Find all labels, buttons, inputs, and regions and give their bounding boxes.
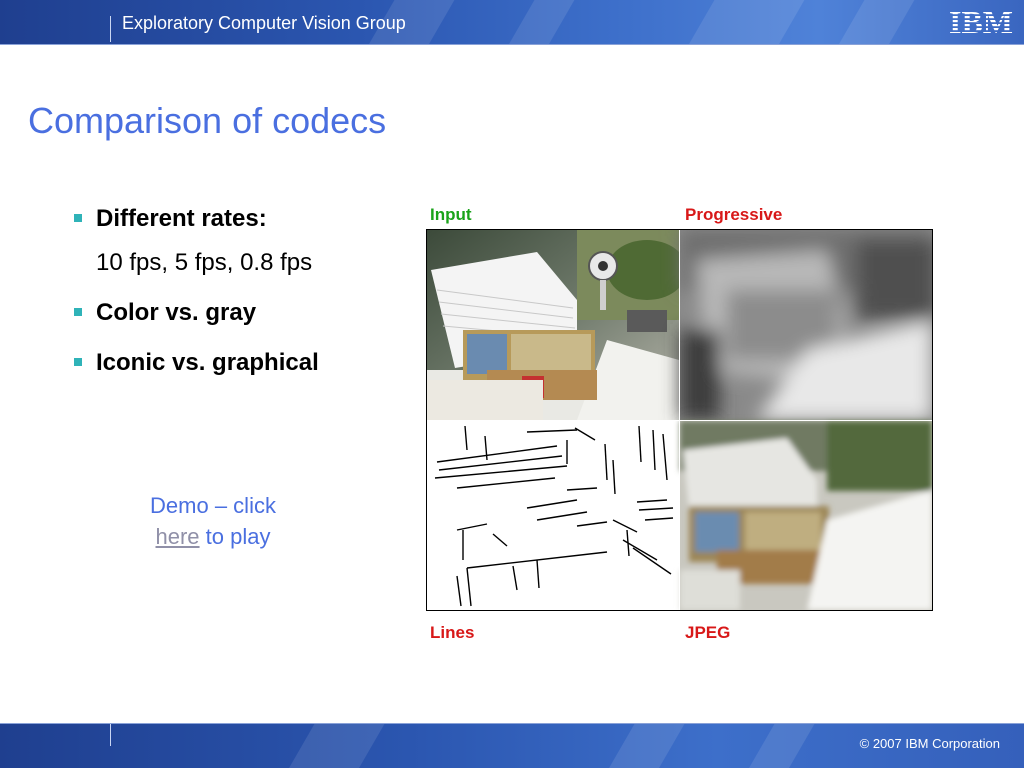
- footer-bar: © 2007 IBM Corporation: [0, 724, 1024, 768]
- svg-text:IBM: IBM: [949, 4, 1013, 38]
- bullet-square-icon: [74, 214, 82, 222]
- codec-video-frame[interactable]: [426, 229, 933, 611]
- page-title: Comparison of codecs: [28, 100, 387, 141]
- footer-decoration: [599, 724, 691, 768]
- header-divider: [110, 16, 111, 42]
- bullet-item: Color vs. gray: [72, 298, 402, 328]
- bullet-list: Different rates: 10 fps, 5 fps, 0.8 fps …: [72, 204, 402, 398]
- footer-decoration: [279, 724, 391, 768]
- footer-decoration: [739, 724, 821, 768]
- bullet-square-icon: [74, 358, 82, 366]
- panel-label-lines: Lines: [430, 623, 475, 642]
- header-decoration: [829, 0, 921, 44]
- bullet-label: Different rates:: [96, 205, 267, 232]
- header-decoration: [499, 0, 581, 44]
- header-bar: Exploratory Computer Vision Group IBM: [0, 0, 1024, 44]
- bullet-square-icon: [74, 308, 82, 316]
- progressive-video-quadrant: [680, 230, 932, 420]
- demo-suffix: to play: [199, 524, 271, 549]
- panel-label-progressive: Progressive: [685, 205, 783, 224]
- header-underline: [0, 44, 1024, 45]
- bullet-label: Color vs. gray: [96, 299, 257, 326]
- group-title: Exploratory Computer Vision Group: [122, 13, 406, 33]
- bullet-item: Iconic vs. graphical: [72, 348, 402, 378]
- panel-label-input: Input: [430, 205, 472, 224]
- demo-play-link[interactable]: here: [156, 524, 200, 549]
- demo-text: Demo – click here to play: [120, 490, 306, 552]
- copyright-text: © 2007 IBM Corporation: [859, 736, 1000, 751]
- demo-prefix: Demo – click: [150, 493, 276, 518]
- panel-label-jpeg: JPEG: [685, 623, 731, 642]
- jpeg-video-quadrant: [680, 421, 932, 610]
- lines-video-quadrant: [427, 421, 679, 610]
- bullet-label: Iconic vs. graphical: [96, 349, 319, 376]
- input-video-quadrant: [427, 230, 687, 420]
- bullet-item: Different rates: 10 fps, 5 fps, 0.8 fps: [72, 204, 402, 278]
- ibm-logo: IBM: [949, 4, 1013, 38]
- footer-divider: [110, 724, 111, 746]
- bullet-subtext: 10 fps, 5 fps, 0.8 fps: [96, 249, 313, 276]
- header-decoration: [679, 0, 811, 44]
